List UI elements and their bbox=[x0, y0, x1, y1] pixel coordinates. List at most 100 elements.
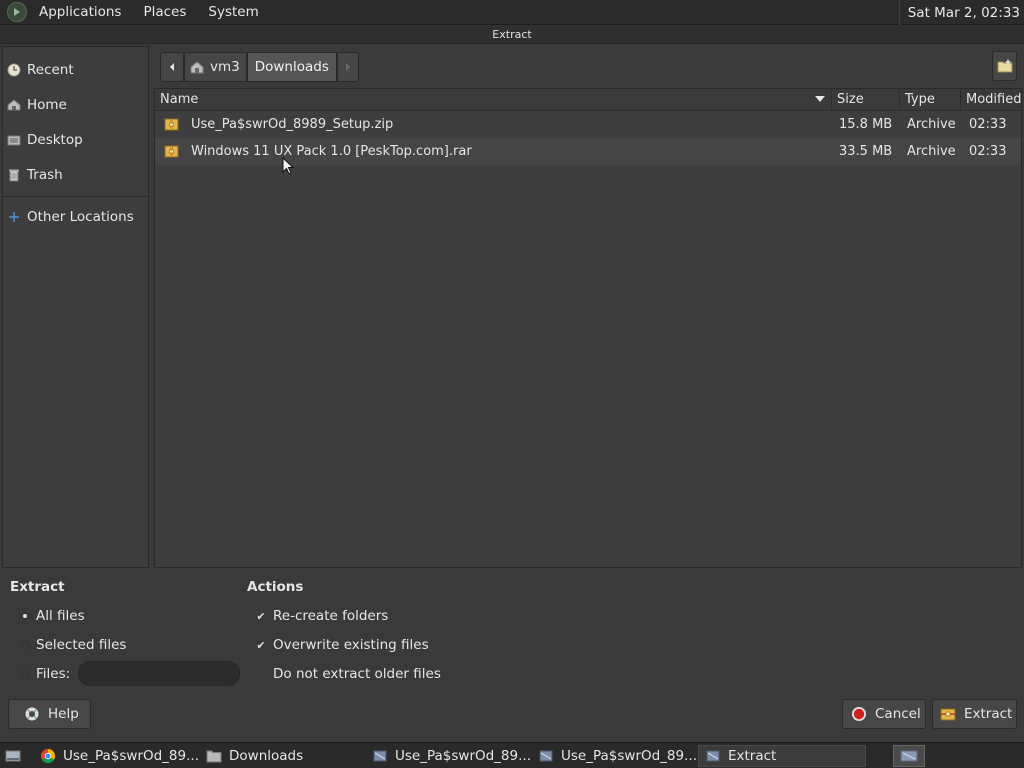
sort-descending-icon bbox=[815, 96, 825, 102]
path-segment-label: vm3 bbox=[210, 59, 240, 75]
task-label: Use_Pa$swrOd_89... bbox=[561, 747, 697, 764]
workspace-switcher[interactable] bbox=[893, 745, 925, 767]
file-name: Use_Pa$swrOd_8989_Setup.zip bbox=[191, 117, 394, 132]
cancel-button[interactable]: Cancel bbox=[842, 699, 926, 729]
checkbox-label: Overwrite existing files bbox=[273, 637, 429, 653]
column-header-size[interactable]: Size bbox=[832, 89, 900, 110]
workspace-icon bbox=[900, 750, 918, 762]
help-button[interactable]: Help bbox=[8, 699, 91, 729]
file-type: Archive bbox=[907, 144, 956, 159]
button-label: Cancel bbox=[875, 706, 921, 722]
recent-icon bbox=[7, 63, 21, 77]
file-modified: 02:33 bbox=[969, 144, 1007, 159]
path-forward-button[interactable] bbox=[336, 52, 359, 82]
button-label: Help bbox=[48, 706, 79, 722]
places-sidebar: Recent Home Desktop Trash Other Location… bbox=[2, 46, 149, 568]
sidebar-item-label: Desktop bbox=[27, 131, 83, 148]
task-chrome[interactable]: Use_Pa$swrOd_89... bbox=[34, 745, 199, 767]
checkmark-icon: ✔ bbox=[256, 609, 266, 623]
help-lifebuoy-icon bbox=[24, 706, 40, 722]
file-list-header: Name Size Type Modified bbox=[155, 89, 1021, 111]
archive-icon bbox=[705, 748, 721, 764]
home-icon bbox=[189, 60, 205, 74]
extract-button[interactable]: Extract bbox=[932, 699, 1017, 729]
taskbar: Use_Pa$swrOd_89... Downloads Use_Pa$swrO… bbox=[0, 742, 1024, 768]
sidebar-item-label: Other Locations bbox=[27, 208, 134, 225]
radio-selected-files[interactable]: Selected files bbox=[20, 637, 126, 653]
path-bar: vm3 Downloads bbox=[160, 52, 359, 82]
task-extract[interactable]: Extract bbox=[698, 744, 866, 767]
cancel-icon bbox=[851, 706, 867, 722]
checkbox-empty-icon bbox=[255, 668, 267, 680]
column-header-label: Name bbox=[160, 92, 199, 107]
file-size: 15.8 MB bbox=[839, 117, 893, 132]
checkbox-overwrite-files[interactable]: ✔ Overwrite existing files bbox=[255, 637, 429, 653]
sidebar-item-other-locations[interactable]: Other Locations bbox=[3, 199, 148, 234]
chevron-right-icon bbox=[345, 63, 350, 71]
radio-unselected-icon bbox=[20, 668, 30, 679]
archive-icon bbox=[164, 144, 179, 159]
checkbox-label: Do not extract older files bbox=[273, 666, 441, 682]
task-label: Use_Pa$swrOd_89... bbox=[395, 747, 531, 764]
archive-icon bbox=[372, 748, 388, 764]
path-back-button[interactable] bbox=[160, 52, 184, 82]
sidebar-item-label: Trash bbox=[27, 166, 63, 183]
plus-icon bbox=[7, 210, 21, 224]
clock[interactable]: Sat Mar 2, 02:33 bbox=[898, 0, 1020, 25]
home-icon bbox=[7, 98, 21, 112]
system-menu[interactable]: System bbox=[201, 4, 265, 20]
desktop-icon bbox=[7, 133, 21, 147]
task-archive-1[interactable]: Use_Pa$swrOd_89... bbox=[366, 745, 531, 767]
button-label: Extract bbox=[964, 706, 1013, 722]
sidebar-item-label: Home bbox=[27, 96, 67, 113]
files-pattern-input[interactable] bbox=[78, 661, 241, 686]
path-segment-downloads[interactable]: Downloads bbox=[246, 52, 337, 82]
checkbox-recreate-folders[interactable]: ✔ Re-create folders bbox=[255, 608, 388, 624]
places-menu[interactable]: Places bbox=[136, 4, 193, 20]
column-header-modified[interactable]: Modified bbox=[961, 89, 1021, 110]
sidebar-item-label: Recent bbox=[27, 61, 74, 78]
task-downloads[interactable]: Downloads bbox=[200, 745, 364, 767]
actions-section-title: Actions bbox=[247, 579, 304, 595]
chevron-left-icon bbox=[170, 63, 174, 71]
task-label: Downloads bbox=[229, 747, 304, 764]
applications-menu[interactable]: Applications bbox=[32, 4, 128, 20]
checkbox-no-older-files[interactable]: Do not extract older files bbox=[255, 666, 441, 682]
top-panel: Applications Places System Sat Mar 2, 02… bbox=[0, 0, 1024, 25]
file-row[interactable]: Use_Pa$swrOd_8989_Setup.zip 15.8 MB Arch… bbox=[155, 111, 1021, 138]
sidebar-divider bbox=[3, 196, 148, 197]
archive-icon bbox=[164, 117, 179, 132]
sidebar-item-recent[interactable]: Recent bbox=[3, 52, 148, 87]
file-modified: 02:33 bbox=[969, 117, 1007, 132]
task-label: Extract bbox=[728, 747, 777, 764]
extract-dialog: Recent Home Desktop Trash Other Location… bbox=[0, 44, 1024, 742]
file-size: 33.5 MB bbox=[839, 144, 893, 159]
sidebar-item-home[interactable]: Home bbox=[3, 87, 148, 122]
task-archive-2[interactable]: Use_Pa$swrOd_89... bbox=[532, 745, 697, 767]
radio-label: All files bbox=[36, 608, 85, 624]
new-folder-button[interactable] bbox=[992, 51, 1017, 81]
radio-files-pattern[interactable]: Files: bbox=[20, 661, 241, 686]
show-desktop-icon bbox=[5, 750, 21, 761]
radio-unselected-icon bbox=[20, 640, 30, 650]
show-desktop-button[interactable] bbox=[2, 746, 24, 766]
extract-archive-icon bbox=[940, 706, 956, 722]
window-title: Extract bbox=[0, 25, 1024, 44]
mouse-cursor-icon bbox=[282, 157, 294, 175]
trash-icon bbox=[7, 168, 21, 182]
archive-icon bbox=[538, 748, 554, 764]
column-header-name[interactable]: Name bbox=[155, 89, 832, 110]
file-name: Windows 11 UX Pack 1.0 [PeskTop.com].rar bbox=[191, 144, 472, 159]
column-header-type[interactable]: Type bbox=[900, 89, 961, 110]
extract-section-title: Extract bbox=[10, 579, 65, 595]
radio-all-files[interactable]: All files bbox=[20, 608, 85, 624]
sidebar-item-desktop[interactable]: Desktop bbox=[3, 122, 148, 157]
mate-logo-icon[interactable] bbox=[7, 2, 27, 22]
new-folder-icon bbox=[997, 59, 1012, 73]
path-segment-vm3[interactable]: vm3 bbox=[184, 52, 247, 82]
sidebar-item-trash[interactable]: Trash bbox=[3, 157, 148, 192]
file-type: Archive bbox=[907, 117, 956, 132]
chrome-icon bbox=[40, 748, 56, 764]
folder-icon bbox=[206, 748, 222, 764]
task-label: Use_Pa$swrOd_89... bbox=[63, 747, 199, 764]
